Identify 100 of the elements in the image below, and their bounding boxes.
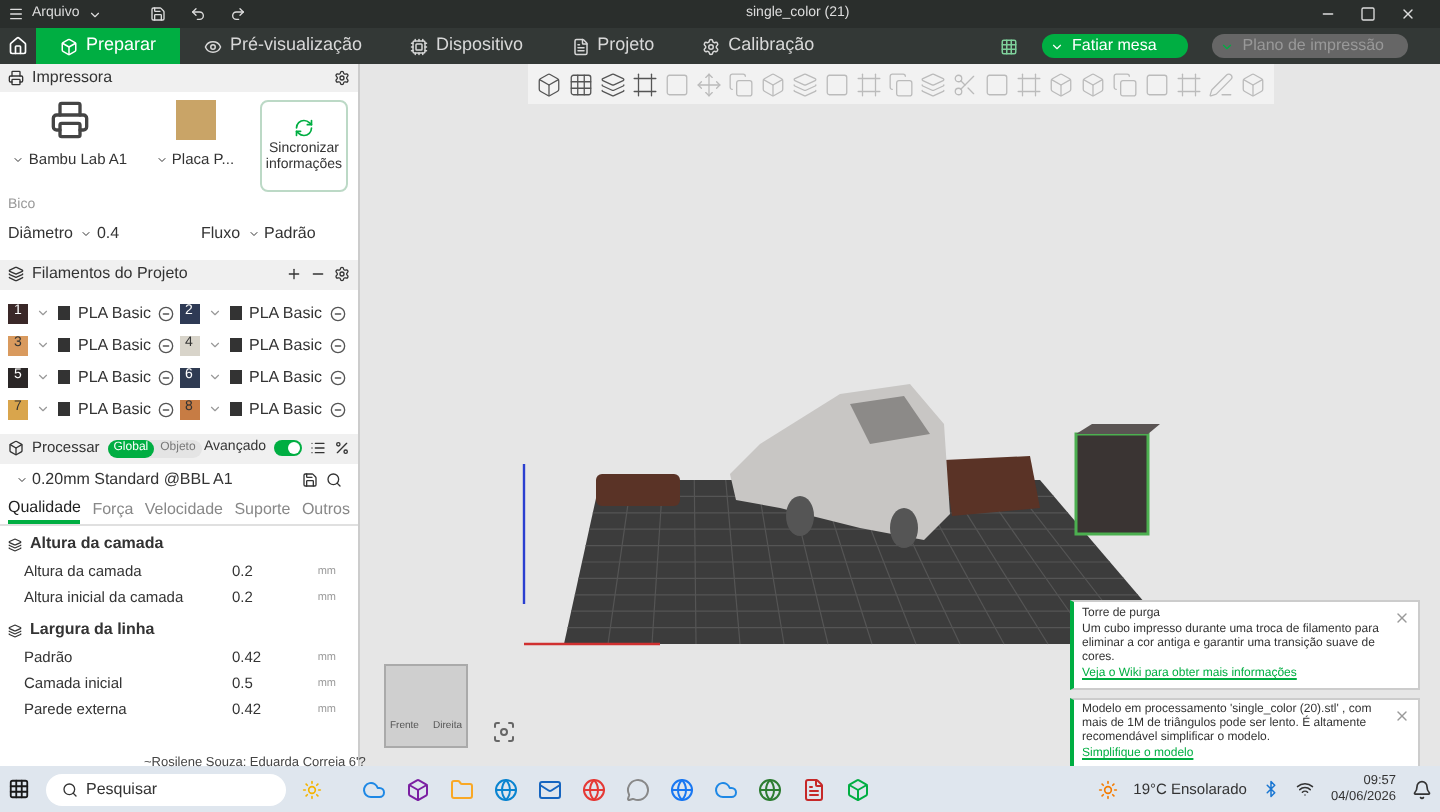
app-icon[interactable] <box>406 777 430 801</box>
tab-icon <box>410 37 429 55</box>
advanced-switch[interactable] <box>274 440 302 456</box>
diameter-select[interactable]: 0.4 <box>80 221 177 245</box>
redo-icon[interactable] <box>230 6 246 22</box>
app-icon[interactable] <box>362 777 386 801</box>
app-icon[interactable] <box>758 777 782 801</box>
caret-icon <box>1050 39 1065 53</box>
group-icon <box>8 623 22 637</box>
caret-icon <box>80 227 93 239</box>
filament-name: PLA Basic <box>249 365 322 389</box>
undo-icon[interactable] <box>190 6 206 22</box>
top-tab[interactable]: Projeto <box>547 28 679 64</box>
app-icon[interactable] <box>670 777 694 801</box>
caret-icon[interactable] <box>36 370 50 384</box>
app-icon[interactable] <box>494 777 518 801</box>
weather-icon <box>1097 779 1118 799</box>
filament-name: PLA Basic <box>78 301 151 325</box>
caret-icon[interactable] <box>207 338 221 352</box>
printer-icon <box>8 70 24 86</box>
filament-name: PLA Basic <box>78 397 151 421</box>
maximize-icon[interactable] <box>1360 6 1376 22</box>
app-icon[interactable] <box>802 777 826 801</box>
filament-name: PLA Basic <box>249 301 322 325</box>
app-icon[interactable] <box>626 777 650 801</box>
settings-tab[interactable]: Suporte <box>234 495 291 523</box>
home-icon <box>8 36 28 56</box>
search-field[interactable]: Pesquisar <box>46 773 286 805</box>
flow-label: Fluxo <box>200 221 241 245</box>
remove-icon[interactable] <box>158 305 175 321</box>
add-icon[interactable] <box>286 266 302 282</box>
tab-icon <box>204 37 223 55</box>
printer-model-icon <box>50 100 90 140</box>
filament-type-icon <box>229 370 241 384</box>
caret-icon[interactable] <box>207 370 221 384</box>
remove-icon[interactable] <box>158 337 175 353</box>
plate-icon[interactable] <box>1000 37 1019 55</box>
remove-icon[interactable] <box>329 369 346 385</box>
caret-icon[interactable] <box>207 306 221 320</box>
filament-type-icon <box>58 402 70 416</box>
filament-type-icon <box>58 370 70 384</box>
diameter-label: Diâmetro <box>8 221 73 245</box>
top-tab[interactable]: Dispositivo <box>386 28 548 64</box>
preset-select[interactable]: 0.20mm Standard @BBL A1 <box>16 467 233 491</box>
toolbar-tool-icon[interactable] <box>631 71 657 97</box>
settings-tab[interactable]: Outros <box>301 495 350 523</box>
tab-icon <box>702 37 721 55</box>
percent-icon[interactable] <box>334 440 350 456</box>
toolbar-tool-icon[interactable] <box>535 71 561 97</box>
caret-icon <box>87 7 102 21</box>
app-icon[interactable] <box>714 777 738 801</box>
caret-icon <box>1220 39 1235 53</box>
remove-icon[interactable] <box>158 369 175 385</box>
filament-type-icon <box>229 338 241 352</box>
start-icon[interactable] <box>8 778 30 800</box>
filament-name: PLA Basic <box>249 397 322 421</box>
tab-icon <box>60 37 78 55</box>
remove-icon[interactable] <box>158 401 175 417</box>
search-icon[interactable] <box>326 471 342 487</box>
search-icon <box>62 781 78 797</box>
caret-icon[interactable] <box>36 338 50 352</box>
save-icon[interactable] <box>302 471 318 487</box>
caret-icon <box>155 153 168 166</box>
flow-select[interactable]: Padrão <box>248 221 316 245</box>
remove-icon[interactable] <box>329 401 346 417</box>
top-tab[interactable]: Pré-visualização <box>180 28 387 64</box>
menu-icon <box>8 6 24 22</box>
toolbar-tool-icon[interactable] <box>599 71 625 97</box>
zoom-fit-icon[interactable] <box>492 720 516 744</box>
settings-tab[interactable]: Força <box>92 495 134 523</box>
settings-icon[interactable] <box>334 70 350 86</box>
caret-icon <box>12 153 25 166</box>
toolbar-tool-icon[interactable] <box>567 71 593 97</box>
settings-tab[interactable]: Qualidade <box>8 495 81 523</box>
filament-type-icon <box>229 306 241 320</box>
filament-type-icon <box>229 402 241 416</box>
section-title: Filamentos do Projeto <box>32 262 188 286</box>
network-icon[interactable] <box>1296 780 1315 798</box>
bluetooth-icon[interactable] <box>1262 780 1281 798</box>
caret-icon[interactable] <box>207 402 221 416</box>
top-tab[interactable]: Calibração <box>678 28 839 64</box>
process-icon <box>8 440 24 456</box>
caret-icon <box>16 473 28 485</box>
app-icon[interactable] <box>582 777 606 801</box>
sync-icon <box>294 118 314 138</box>
settings-tab[interactable]: Velocidade <box>144 495 223 523</box>
caret-icon[interactable] <box>36 402 50 416</box>
filament-icon <box>8 266 24 282</box>
list-icon[interactable] <box>310 440 326 456</box>
filament-name: PLA Basic <box>249 333 322 357</box>
notification-icon[interactable] <box>1412 779 1432 799</box>
section-title: Impressora <box>32 66 113 90</box>
filament-name: PLA Basic <box>78 333 151 357</box>
remove-icon[interactable] <box>329 305 346 321</box>
filament-name: PLA Basic <box>78 365 151 389</box>
group-title: Altura da camada <box>30 532 164 556</box>
remove-icon[interactable] <box>329 337 346 353</box>
settings-icon[interactable] <box>334 266 350 282</box>
caret-icon[interactable] <box>36 306 50 320</box>
app-icon[interactable] <box>538 777 562 801</box>
